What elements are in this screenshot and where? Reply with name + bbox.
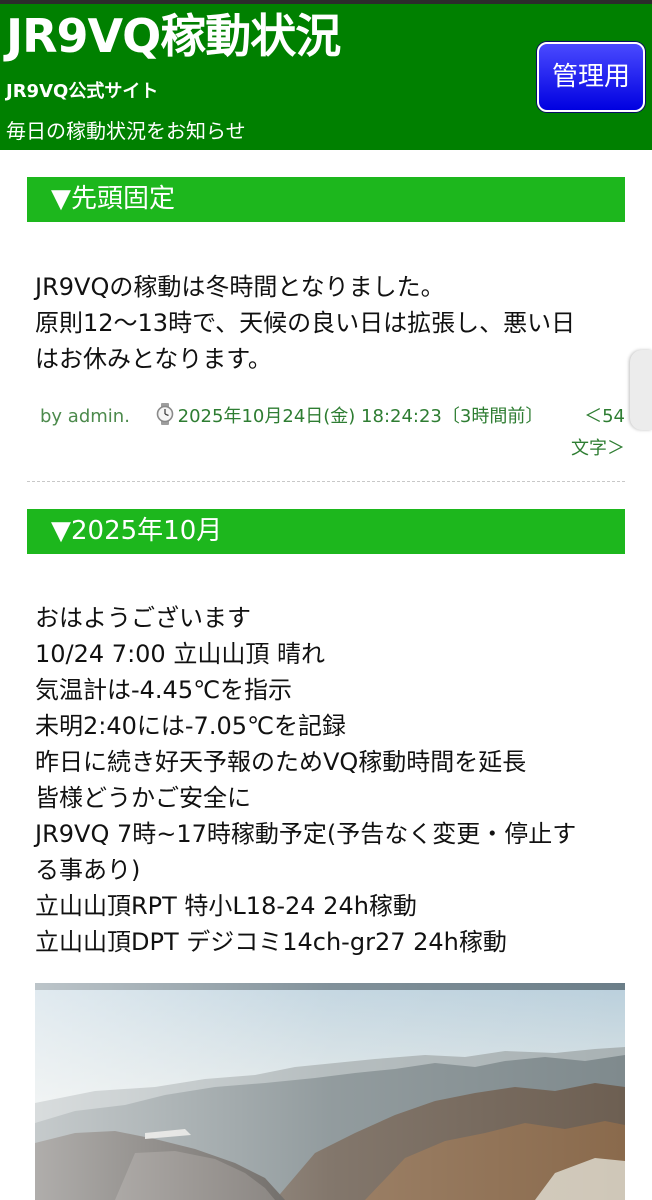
- post-line: はお休みとなります。: [35, 345, 272, 373]
- admin-button[interactable]: 管理用: [537, 42, 645, 112]
- post-line: る事あり): [35, 856, 141, 884]
- post-divider: [27, 481, 625, 482]
- post-timestamp: 2025年10月24日(金) 18:24:23〔3時間前〕: [177, 406, 544, 427]
- post-line: 立山山頂DPT デジコミ14ch-gr27 24h稼動: [35, 928, 507, 956]
- mountain-summit-photo[interactable]: [35, 983, 625, 1200]
- post-line: 気温計は-4.45℃を指示: [35, 676, 293, 704]
- site-subtitle: JR9VQ公式サイト: [6, 81, 159, 102]
- post-line: 昨日に続き好天予報のためVQ稼動時間を延長: [35, 748, 527, 776]
- post-line: 皆様どうかご安全に: [35, 784, 251, 812]
- post-line: JR9VQの稼動は冬時間となりました。: [35, 273, 445, 301]
- section-heading-month: ▼2025年10月: [27, 509, 625, 554]
- char-count: ＜54: [584, 406, 625, 427]
- watch-icon: [156, 403, 173, 425]
- post-line: 10/24 7:00 立山山頂 晴れ: [35, 640, 325, 668]
- post-line: おはようございます: [35, 604, 251, 632]
- post-line: 未明2:40には-7.05℃を記録: [35, 712, 346, 740]
- post-meta: by admin. 2025年10月24日(金) 18:24:23〔3時間前〕 …: [40, 401, 625, 465]
- post-line: JR9VQ 7時~17時稼動予定(予告なく変更・停止す: [35, 820, 577, 848]
- october-post-body: おはようございます 10/24 7:00 立山山頂 晴れ 気温計は-4.45℃を…: [35, 600, 620, 960]
- char-count-suffix: 文字＞: [571, 438, 625, 459]
- post-line: 原則12～13時で、天候の良い日は拡張し、悪い日: [35, 309, 576, 337]
- site-title[interactable]: JR9VQ稼動状況: [6, 6, 341, 66]
- site-description: 毎日の稼動状況をお知らせ: [6, 119, 246, 143]
- pinned-post-body: JR9VQの稼動は冬時間となりました。 原則12～13時で、天候の良い日は拡張し…: [35, 269, 620, 377]
- post-line: 立山山頂RPT 特小L18-24 24h稼動: [35, 892, 417, 920]
- site-header: JR9VQ稼動状況 JR9VQ公式サイト 毎日の稼動状況をお知らせ 管理用: [0, 4, 652, 150]
- scroll-handle[interactable]: [630, 350, 652, 430]
- post-author[interactable]: by admin.: [40, 406, 130, 427]
- section-heading-pinned: ▼先頭固定: [27, 177, 625, 222]
